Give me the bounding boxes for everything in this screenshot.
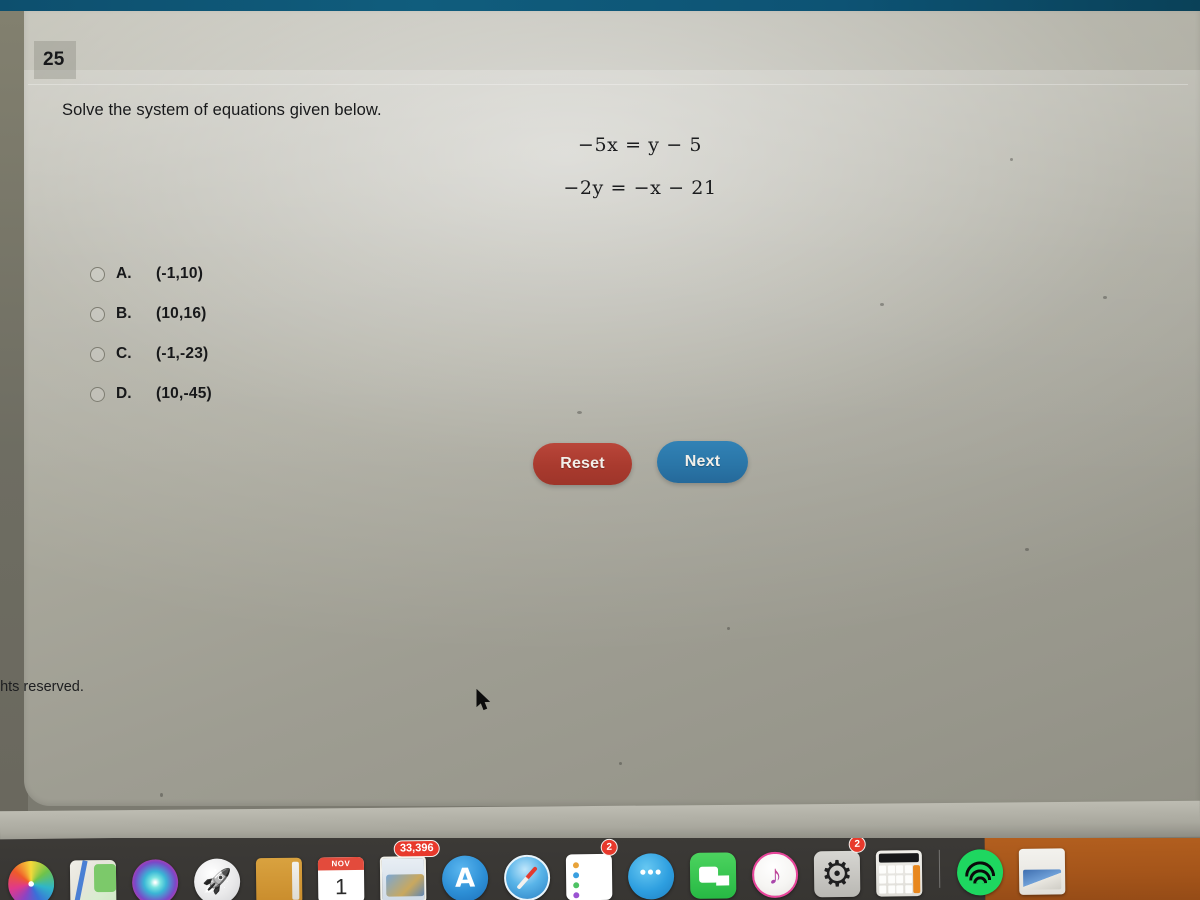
dust-speck <box>160 793 163 797</box>
dock-items: NOV 1 33,396 2 <box>0 838 1200 900</box>
mail-icon <box>379 856 427 900</box>
option-text-d: (10,-45) <box>156 385 212 402</box>
radio-button-d[interactable] <box>90 386 105 402</box>
answer-options-list: A. (-1,10) B. (10,16) C. (-1,-23) D. (10… <box>90 254 510 414</box>
answer-option-c[interactable]: C. (-1,-23) <box>90 334 510 374</box>
calendar-month-label: NOV <box>317 856 364 871</box>
gear-icon <box>813 850 861 898</box>
radio-button-a[interactable] <box>90 266 105 282</box>
reset-button[interactable]: Reset <box>533 443 632 485</box>
messages-icon <box>627 853 675 900</box>
dock-item-safari[interactable] <box>496 843 559 900</box>
option-text-a: (-1,10) <box>156 265 204 282</box>
option-text-c: (-1,-23) <box>156 345 209 362</box>
dock-item-calculator[interactable] <box>868 838 931 897</box>
dock-item-calendar[interactable]: NOV 1 <box>310 845 373 900</box>
dust-speck <box>1103 296 1107 299</box>
macos-dock: NOV 1 33,396 2 <box>0 838 1200 900</box>
contacts-icon <box>255 857 303 900</box>
radio-button-b[interactable] <box>90 306 105 322</box>
facetime-icon <box>689 852 737 899</box>
equation-line-2: −2y = −x − 21 <box>563 177 717 199</box>
dust-speck <box>727 627 730 630</box>
launchpad-rocket-icon <box>193 858 241 900</box>
mail-unread-badge: 33,396 <box>393 839 440 858</box>
option-letter-b: B. <box>116 305 132 322</box>
dock-item-messages[interactable] <box>620 841 683 900</box>
dock-item-preview[interactable] <box>1011 838 1074 895</box>
answer-option-a[interactable]: A. (-1,10) <box>90 254 510 294</box>
option-letter-a: A. <box>116 265 132 282</box>
dock-item-facetime[interactable] <box>682 840 745 899</box>
siri-icon <box>131 859 179 900</box>
itunes-music-note-icon <box>751 851 799 899</box>
dock-separator <box>938 849 941 888</box>
option-text-b: (10,16) <box>156 305 207 322</box>
dock-item-launchpad[interactable] <box>186 846 249 900</box>
equation-block: −5x = y − 5 −2y = −x − 21 <box>430 136 850 222</box>
dust-speck <box>619 762 622 765</box>
reminders-icon <box>565 853 613 900</box>
dock-item-reminders[interactable]: 2 <box>558 838 621 900</box>
option-letter-c: C. <box>116 345 132 362</box>
dock-item-photos[interactable] <box>0 849 62 900</box>
reminders-badge: 2 <box>600 838 618 856</box>
dock-item-system-preferences[interactable]: 2 <box>806 838 869 898</box>
question-number-text: 25 <box>43 49 65 70</box>
dock-item-maps[interactable] <box>62 848 125 900</box>
question-number-badge: 25 <box>34 41 76 79</box>
safari-compass-icon <box>503 854 551 900</box>
calendar-icon: NOV 1 <box>317 856 365 900</box>
answer-option-d[interactable]: D. (10,-45) <box>90 374 510 414</box>
dock-item-app-store[interactable] <box>434 843 497 900</box>
dock-item-itunes[interactable] <box>744 839 807 899</box>
footer-copyright-text: ghts reserved. <box>0 679 84 695</box>
dock-item-contacts[interactable] <box>248 846 311 900</box>
photos-icon <box>7 860 55 900</box>
calculator-icon <box>875 850 923 897</box>
preview-icon <box>1018 848 1066 895</box>
next-button[interactable]: Next <box>657 441 748 483</box>
dock-item-spotify[interactable] <box>949 838 1012 896</box>
equation-line-1: −5x = y − 5 <box>577 134 703 156</box>
header-divider <box>28 84 1188 85</box>
mouse-cursor <box>476 689 491 711</box>
radio-button-c[interactable] <box>90 346 105 362</box>
spotify-icon <box>956 849 1004 896</box>
app-store-icon <box>441 855 489 900</box>
dust-speck <box>1010 158 1013 161</box>
maps-icon <box>69 859 117 900</box>
question-prompt: Solve the system of equations given belo… <box>62 101 382 119</box>
system-preferences-badge: 2 <box>848 838 866 853</box>
dust-speck <box>577 411 582 414</box>
dock-item-mail[interactable]: 33,396 <box>372 839 440 900</box>
laptop-screen-photo: 25 Solve the system of equations given b… <box>0 0 1200 900</box>
option-letter-d: D. <box>116 385 132 402</box>
browser-top-bar <box>0 0 1200 11</box>
answer-option-b[interactable]: B. (10,16) <box>90 294 510 334</box>
dust-speck <box>880 303 884 306</box>
dust-speck <box>1025 548 1029 551</box>
dock-item-siri[interactable] <box>124 847 187 900</box>
calendar-day-label: 1 <box>334 873 348 899</box>
